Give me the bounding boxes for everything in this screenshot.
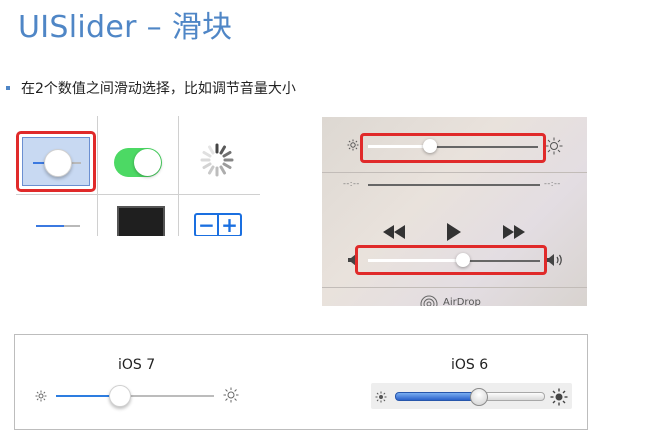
ios6-label: iOS 6 bbox=[451, 357, 489, 373]
panel-separator bbox=[322, 172, 587, 173]
activity-spinner-icon bbox=[200, 143, 234, 177]
grid-divider bbox=[97, 116, 98, 236]
brightness-high-icon bbox=[223, 387, 239, 403]
remaining-time-label: --:-- bbox=[544, 179, 561, 188]
stepper-icon: − + bbox=[194, 213, 242, 236]
grid-divider bbox=[16, 194, 260, 195]
toggle-switch-icon bbox=[114, 148, 162, 177]
page-title: UISlider – 滑块 bbox=[18, 10, 233, 45]
ios7-track-empty bbox=[120, 395, 214, 397]
slider-icon bbox=[36, 225, 64, 227]
play-icon[interactable] bbox=[447, 223, 461, 241]
brightness-low-icon bbox=[347, 139, 359, 151]
airdrop-icon bbox=[420, 295, 438, 306]
bullet-item: 在2个数值之间滑动选择，比如调节音量大小 bbox=[6, 77, 296, 99]
control-grid-panel: − + bbox=[16, 116, 260, 236]
brightness-low-icon bbox=[35, 390, 47, 402]
ios7-label: iOS 7 bbox=[118, 357, 156, 373]
slider-track-empty bbox=[64, 225, 80, 227]
fast-forward-icon[interactable] bbox=[503, 225, 525, 239]
volume-high-icon bbox=[546, 254, 562, 266]
brightness-highlight-box bbox=[360, 133, 546, 163]
airdrop-label[interactable]: AirDrop bbox=[443, 297, 481, 306]
ios6-slider-thumb[interactable] bbox=[470, 388, 488, 406]
highlighted-slider-cell[interactable] bbox=[16, 131, 96, 192]
elapsed-time-label: --:-- bbox=[343, 179, 360, 188]
brightness-low-icon bbox=[375, 391, 387, 403]
dark-tile-icon bbox=[117, 206, 165, 236]
ios7-slider-thumb[interactable] bbox=[109, 385, 131, 407]
panel-separator bbox=[322, 287, 587, 288]
control-center-panel: --:-- --:-- AirDrop bbox=[322, 117, 587, 306]
ios6-track-filled bbox=[395, 392, 481, 401]
scrubber-track[interactable] bbox=[368, 184, 540, 186]
brightness-high-icon bbox=[550, 388, 568, 406]
slider-thumb[interactable] bbox=[44, 149, 72, 177]
volume-highlight-box bbox=[355, 245, 547, 275]
slider-comparison-panel: iOS 7 iOS 6 bbox=[14, 334, 588, 430]
rewind-icon[interactable] bbox=[383, 225, 405, 239]
brightness-high-icon bbox=[545, 137, 563, 155]
toggle-knob bbox=[134, 149, 161, 176]
stepper-minus: − bbox=[198, 213, 215, 236]
grid-divider bbox=[178, 116, 179, 236]
bullet-marker bbox=[6, 86, 10, 90]
bullet-text: 在2个数值之间滑动选择，比如调节音量大小 bbox=[21, 81, 296, 97]
stepper-plus: + bbox=[217, 215, 240, 235]
